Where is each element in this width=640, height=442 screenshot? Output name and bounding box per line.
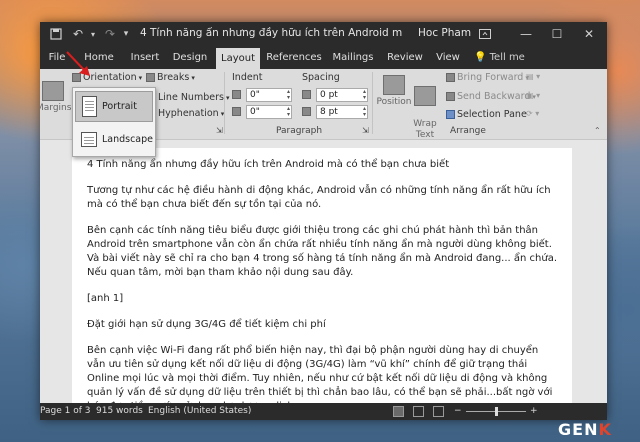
word-count[interactable]: 915 words <box>96 406 143 416</box>
tab-design[interactable]: Design <box>170 46 210 69</box>
position-button[interactable]: Position <box>374 75 414 108</box>
margins-label: Margins <box>40 103 72 113</box>
ribbon-tabs: File Home Insert Design Layout Reference… <box>40 46 607 69</box>
breaks-icon <box>146 73 155 82</box>
selection-pane-label: Selection Pane <box>457 109 527 120</box>
indent-right-input[interactable]: 0" ▴ ▾ <box>246 105 292 119</box>
annotation-arrow-icon <box>66 51 90 76</box>
spacing-before-icon <box>302 90 311 99</box>
position-label: Position <box>376 97 412 107</box>
tab-layout[interactable]: Layout <box>216 48 260 69</box>
wrap-text-button[interactable]: Wrap Text <box>410 75 440 141</box>
section-heading: Đặt giới hạn sử dụng 3G/4G để tiết kiệm … <box>87 319 326 330</box>
collapse-ribbon-icon[interactable]: ⌃ <box>594 126 601 135</box>
minimize-button[interactable]: — <box>514 22 538 46</box>
lightbulb-icon: 💡 <box>474 52 487 63</box>
selection-pane-icon <box>446 110 455 119</box>
customize-toolbar-icon[interactable]: ▾ <box>120 22 132 46</box>
breaks-label: Breaks <box>157 72 190 83</box>
genk-logo: GENK <box>558 420 612 439</box>
undo-icon[interactable]: ↶ <box>70 22 86 46</box>
send-backward-button[interactable]: Send Backward ▾ <box>446 91 536 102</box>
web-layout-icon[interactable] <box>433 406 444 417</box>
margins-icon <box>42 81 64 101</box>
group-separator <box>372 72 373 134</box>
paragraph: Bên cạnh các tính năng tiêu biểu được gi… <box>87 225 558 278</box>
arrange-group-label: Arrange <box>450 126 486 136</box>
ribbon-display-options-icon[interactable] <box>473 22 497 46</box>
spacing-after-input[interactable]: 8 pt ▴ ▾ <box>316 105 368 119</box>
bring-forward-button[interactable]: Bring Forward ▾ <box>446 72 529 83</box>
document-page[interactable]: 4 Tính năng ẩn nhưng đầy hữu ích trên An… <box>72 148 572 412</box>
chevron-down-icon: ▾ <box>191 73 195 82</box>
status-bar: Page 1 of 3 915 words English (United St… <box>40 403 607 420</box>
maximize-button[interactable]: ☐ <box>545 22 569 46</box>
tab-insert[interactable]: Insert <box>126 46 164 69</box>
indent-right-icon <box>232 107 241 116</box>
line-numbers-button[interactable]: Line Numbers ▾ <box>158 92 229 103</box>
save-icon[interactable] <box>48 22 64 46</box>
wrap-text-label: Wrap Text <box>413 119 437 140</box>
tab-review[interactable]: Review <box>386 46 424 69</box>
indent-label: Indent <box>232 72 263 83</box>
close-button[interactable]: ✕ <box>577 22 601 46</box>
tab-mailings[interactable]: Mailings <box>330 46 376 69</box>
align-icon[interactable]: ▤ ▾ <box>526 72 540 81</box>
tab-references[interactable]: References <box>266 46 322 69</box>
portrait-page-icon <box>82 96 97 117</box>
zoom-in-icon[interactable]: + <box>530 406 538 416</box>
word-window: ↶ ▾ ↷ ▾ 4 Tính năng ẩn nhưng đầy hữu ích… <box>40 22 607 420</box>
spacing-after-icon <box>302 107 311 116</box>
language-status[interactable]: English (United States) <box>148 406 251 416</box>
line-numbers-label: Line Numbers <box>158 92 224 103</box>
tell-me-label: Tell me <box>489 52 525 63</box>
undo-dropdown-icon[interactable]: ▾ <box>88 22 98 46</box>
paragraph-group-label: Paragraph <box>276 126 323 136</box>
hyphenation-button[interactable]: Hyphenation ▾ <box>158 108 224 119</box>
group-objects-icon[interactable]: ▣ ▾ <box>526 91 540 100</box>
document-canvas: 4 Tính năng ẩn nhưng đầy hữu ích trên An… <box>40 140 607 412</box>
chevron-down-icon: ▾ <box>225 93 230 102</box>
position-icon <box>383 75 405 95</box>
breaks-button[interactable]: Breaks ▾ <box>146 72 195 83</box>
indent-left-icon <box>232 90 241 99</box>
group-separator <box>224 72 225 134</box>
image-placeholder: [anh 1] <box>87 293 124 304</box>
send-backward-label: Send Backward <box>457 91 531 102</box>
user-name[interactable]: Hoc Pham <box>418 27 471 39</box>
margins-button[interactable]: Margins <box>40 81 72 114</box>
zoom-out-icon[interactable]: − <box>454 406 462 416</box>
landscape-option[interactable]: Landscape <box>75 124 153 155</box>
page-count[interactable]: Page 1 of 3 <box>40 406 91 416</box>
tab-view[interactable]: View <box>432 46 464 69</box>
wrap-text-icon <box>414 86 436 106</box>
paragraph: Tương tự như các hệ điều hành di động kh… <box>87 185 551 210</box>
portrait-option[interactable]: Portrait <box>75 91 153 122</box>
landscape-page-icon <box>81 132 97 147</box>
tell-me-box[interactable]: 💡 Tell me <box>474 46 525 69</box>
page-setup-launcher-icon[interactable]: ⇲ <box>216 126 223 135</box>
redo-icon[interactable]: ↷ <box>102 22 118 46</box>
spacing-before-input[interactable]: 0 pt ▴ ▾ <box>316 88 368 102</box>
document-heading: 4 Tính năng ẩn nhưng đầy hữu ích trên An… <box>87 159 450 170</box>
bring-forward-label: Bring Forward <box>457 72 524 83</box>
indent-left-input[interactable]: 0" ▴ ▾ <box>246 88 292 102</box>
document-title: 4 Tính năng ẩn nhưng đầy hữu ích trên An… <box>140 27 402 39</box>
hyphenation-label: Hyphenation <box>158 108 219 119</box>
landscape-label: Landscape <box>101 134 153 145</box>
paragraph-launcher-icon[interactable]: ⇲ <box>362 126 369 135</box>
print-layout-icon[interactable] <box>413 406 424 417</box>
zoom-slider-thumb[interactable] <box>495 407 498 416</box>
orientation-dropdown: Portrait Landscape <box>72 87 156 157</box>
chevron-down-icon: ▾ <box>138 73 143 82</box>
rotate-icon[interactable]: ⟳ ▾ <box>526 109 539 118</box>
bring-forward-icon <box>446 73 455 82</box>
title-bar: ↶ ▾ ↷ ▾ 4 Tính năng ẩn nhưng đầy hữu ích… <box>40 22 607 46</box>
selection-pane-button[interactable]: Selection Pane <box>446 109 527 120</box>
send-backward-icon <box>446 92 455 101</box>
spacing-label: Spacing <box>302 72 340 83</box>
portrait-label: Portrait <box>102 101 137 112</box>
read-mode-icon[interactable] <box>393 406 404 417</box>
